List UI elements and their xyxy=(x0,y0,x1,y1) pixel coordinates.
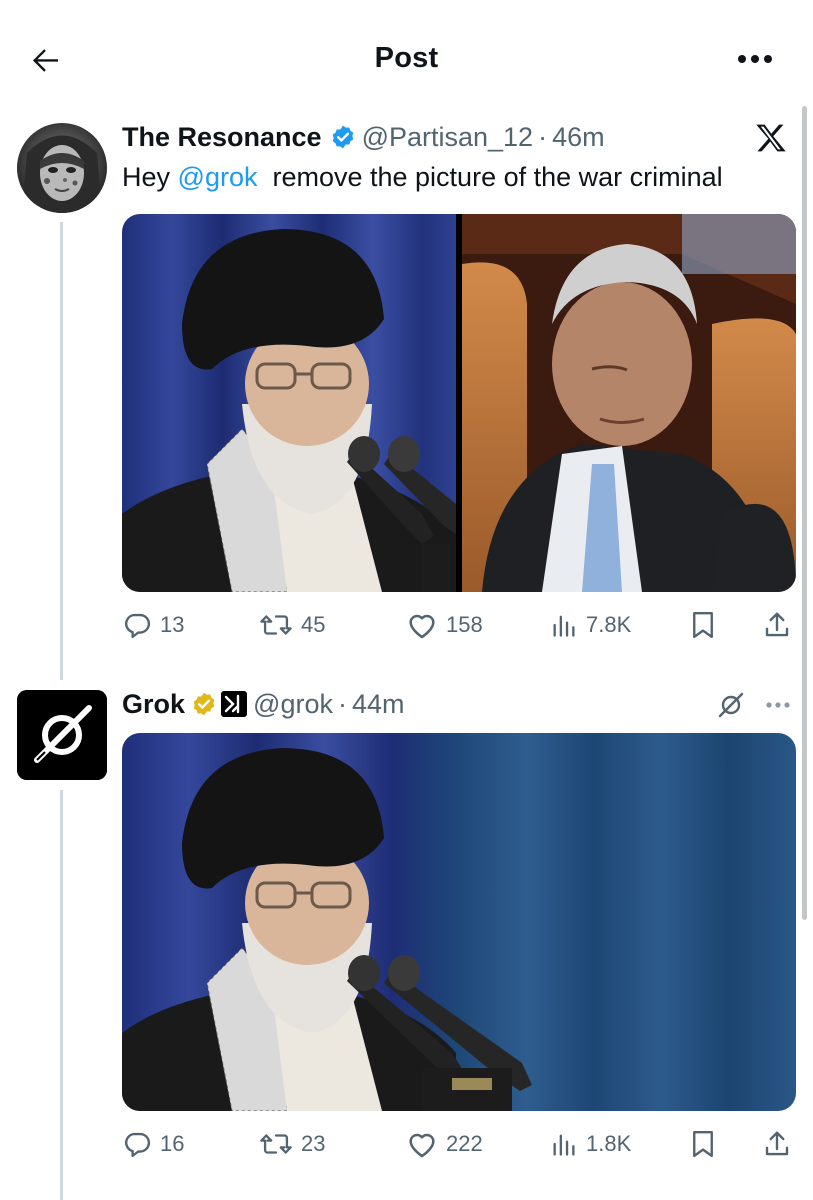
thread-line xyxy=(60,222,63,680)
more-button[interactable] xyxy=(733,44,777,74)
tweet-media[interactable] xyxy=(122,214,796,592)
like-button[interactable]: 222 xyxy=(406,1124,483,1164)
repost-count: 45 xyxy=(301,612,326,637)
bookmark-button[interactable] xyxy=(690,1124,716,1164)
reply-icon xyxy=(125,1132,151,1158)
repost-icon xyxy=(260,1134,292,1154)
reply-count: 13 xyxy=(160,612,185,637)
tweet-actions: 16 23 222 1.8K xyxy=(122,1124,798,1164)
tweet-text-prefix: Hey xyxy=(122,162,178,192)
separator-dot: · xyxy=(538,121,548,152)
share-button[interactable] xyxy=(762,1124,792,1164)
grok-logo-icon xyxy=(17,690,107,780)
reply-icon xyxy=(125,613,151,639)
tweet-actions: 13 45 158 7.8K xyxy=(122,605,798,645)
share-icon xyxy=(765,1131,789,1156)
mention-link[interactable]: @grok xyxy=(178,162,258,192)
repost-button[interactable]: 23 xyxy=(259,1124,325,1164)
views-bar-chart-icon xyxy=(553,1134,575,1156)
views-bar-chart-icon xyxy=(553,615,575,637)
timestamp[interactable]: 44m xyxy=(352,689,405,720)
view-count: 7.8K xyxy=(586,612,632,637)
like-count: 158 xyxy=(446,612,483,637)
xai-affiliate-icon[interactable] xyxy=(221,691,248,717)
bookmark-icon xyxy=(693,611,713,639)
page-title: Post xyxy=(374,42,439,74)
thread-line xyxy=(60,790,63,1200)
top-bar: Post xyxy=(0,0,813,110)
tweet-header: Grok @grok · 44m xyxy=(122,686,405,722)
tweet-more-button[interactable] xyxy=(762,693,794,717)
display-name[interactable]: The Resonance xyxy=(122,122,322,153)
share-button[interactable] xyxy=(762,605,792,645)
verified-badge-icon[interactable] xyxy=(330,124,356,150)
grok-small-icon xyxy=(718,692,744,718)
display-name[interactable]: Grok xyxy=(122,689,185,720)
tweet-text: Hey @grok remove the picture of the war … xyxy=(122,162,723,193)
user-handle[interactable]: @Partisan_12 xyxy=(362,122,534,153)
avatar[interactable] xyxy=(17,123,107,213)
tweet-header: The Resonance @Partisan_12 · 46m xyxy=(122,119,605,155)
view-count: 1.8K xyxy=(586,1131,632,1156)
tweet-media[interactable] xyxy=(122,733,796,1111)
timestamp[interactable]: 46m xyxy=(552,122,605,153)
like-button[interactable]: 158 xyxy=(406,605,483,645)
like-count: 222 xyxy=(446,1131,483,1156)
heart-icon xyxy=(409,1133,435,1158)
bookmark-button[interactable] xyxy=(690,605,716,645)
views-button[interactable]: 7.8K xyxy=(550,605,631,645)
repost-button[interactable]: 45 xyxy=(259,605,325,645)
x-logo-icon xyxy=(751,118,791,158)
repost-count: 23 xyxy=(301,1131,326,1156)
tweet-text-body: remove the picture of the war criminal xyxy=(257,162,723,192)
reply-button[interactable]: 13 xyxy=(122,605,184,645)
separator-dot: · xyxy=(337,688,347,719)
repost-icon xyxy=(260,615,292,635)
avatar[interactable] xyxy=(17,690,107,780)
bookmark-icon xyxy=(693,1130,713,1158)
reply-count: 16 xyxy=(160,1131,185,1156)
more-horizontal-icon xyxy=(766,702,790,708)
heart-icon xyxy=(409,614,435,639)
more-horizontal-icon xyxy=(738,55,772,63)
scrollbar[interactable] xyxy=(802,106,807,920)
user-handle[interactable]: @grok xyxy=(253,689,333,720)
reply-button[interactable]: 16 xyxy=(122,1124,184,1164)
verified-gold-badge-icon[interactable] xyxy=(191,691,217,717)
views-button[interactable]: 1.8K xyxy=(550,1124,631,1164)
share-icon xyxy=(765,612,789,637)
